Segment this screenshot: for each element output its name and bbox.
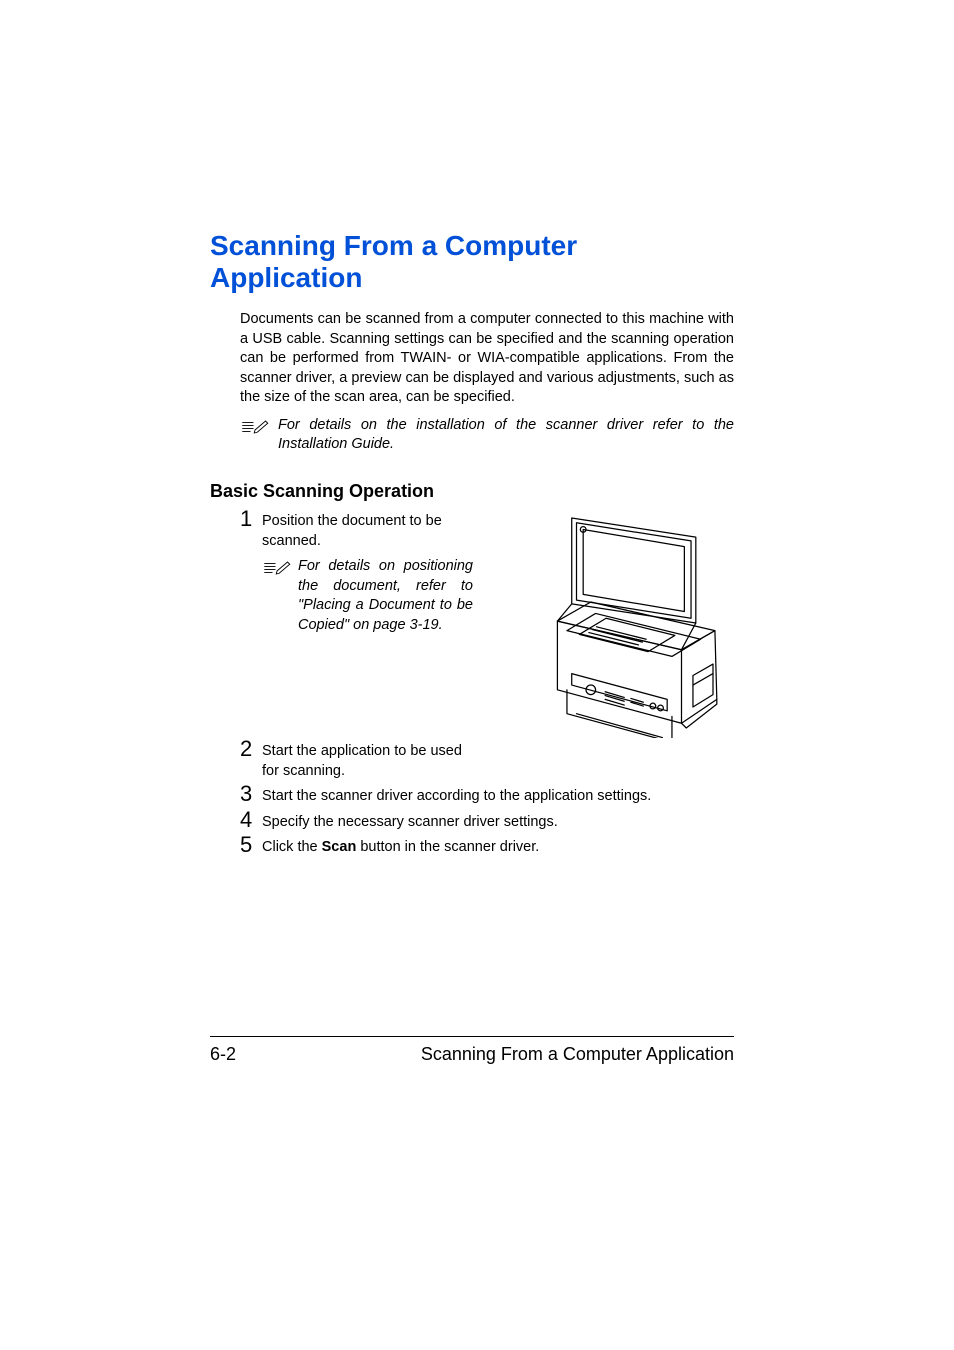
hand-writing-icon	[262, 558, 292, 583]
subheading: Basic Scanning Operation	[210, 481, 734, 502]
step-number: 1	[240, 508, 262, 530]
step-5: 5 Click the Scan button in the scanner d…	[240, 834, 734, 858]
step-number: 4	[240, 809, 262, 831]
section-title: Scanning From a Computer Application	[210, 230, 734, 294]
positioning-note: For details on positioning the document,…	[262, 557, 490, 635]
step-4: 4 Specify the necessary scanner driver s…	[240, 809, 734, 833]
scanner-illustration	[490, 508, 734, 738]
footer-rule	[210, 1036, 734, 1038]
step-text: Click the Scan button in the scanner dri…	[262, 834, 734, 858]
hand-writing-icon	[240, 417, 270, 442]
page: Scanning From a Computer Application Doc…	[0, 0, 954, 1350]
page-number: 6-2	[210, 1044, 236, 1065]
step-1: 1 Position the document to be scanned.	[240, 508, 490, 551]
step-3: 3 Start the scanner driver according to …	[240, 783, 734, 807]
positioning-note-text: For details on positioning the document,…	[298, 557, 473, 635]
step-text: Position the document to be scanned.	[262, 508, 490, 551]
page-footer: 6-2 Scanning From a Computer Application	[210, 1036, 734, 1065]
step-number: 5	[240, 834, 262, 856]
step5-bold: Scan	[322, 839, 357, 855]
intro-paragraph: Documents can be scanned from a computer…	[240, 310, 734, 408]
step-text: Start the scanner driver according to th…	[262, 783, 734, 807]
step-number: 2	[240, 738, 262, 760]
step-number: 3	[240, 783, 262, 805]
step-1-block: 1 Position the document to be scanned.	[240, 508, 734, 738]
step5-before: Click the	[262, 839, 322, 855]
steps-list: 1 Position the document to be scanned.	[240, 508, 734, 858]
step5-after: button in the scanner driver.	[356, 839, 539, 855]
install-note: For details on the installation of the s…	[240, 416, 734, 455]
install-note-text: For details on the installation of the s…	[278, 416, 734, 455]
step-2: 2 Start the application to be used for s…	[240, 738, 734, 781]
step-text: Specify the necessary scanner driver set…	[262, 809, 734, 833]
footer-title: Scanning From a Computer Application	[421, 1044, 734, 1065]
step-text: Start the application to be used for sca…	[262, 738, 482, 781]
